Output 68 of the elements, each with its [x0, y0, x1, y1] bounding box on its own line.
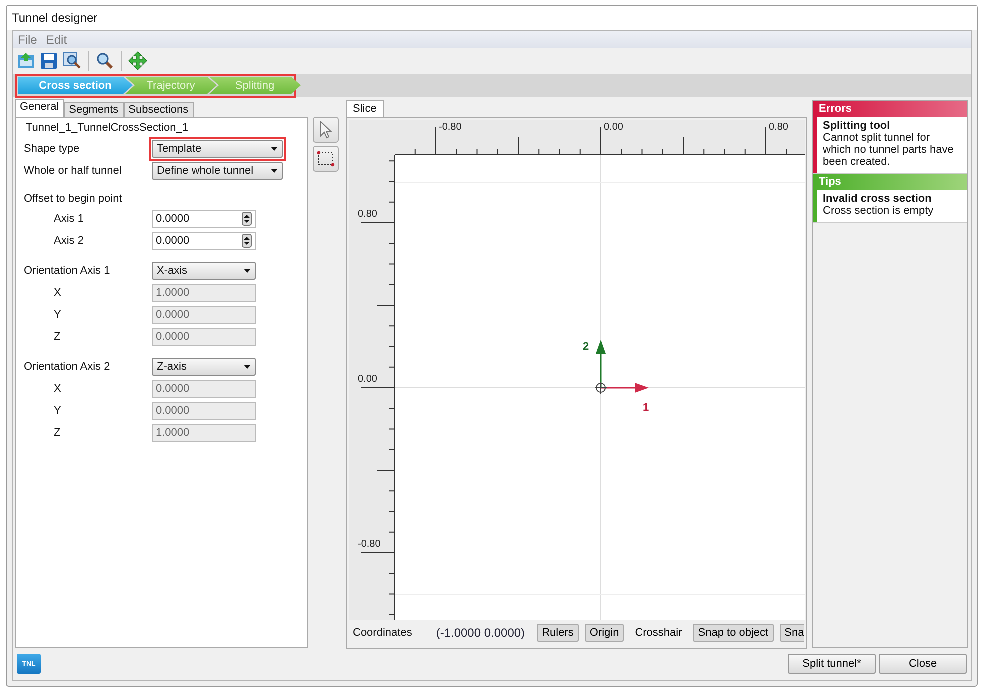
axis-1-arrow	[601, 383, 649, 393]
caret-icon	[244, 269, 251, 273]
field-label: Orientation Axis 2	[24, 361, 112, 373]
field-label: X	[53, 287, 62, 299]
ruler-label: 0.00	[358, 374, 378, 385]
toggle-button[interactable]: Snap to object	[693, 624, 774, 642]
field-label: Y	[53, 405, 62, 417]
toggle-button[interactable]: Crosshair	[630, 624, 688, 642]
coordinates-label: Coordinates	[353, 627, 412, 639]
spinner-icon[interactable]	[242, 212, 252, 226]
message-header: Errors	[813, 101, 967, 117]
caret-icon	[271, 169, 278, 173]
toggle-button[interactable]: Sna	[780, 624, 804, 642]
ruler-label: -0.80	[358, 539, 381, 550]
move-icon[interactable]	[128, 51, 148, 71]
axis-2-arrow	[596, 340, 606, 388]
tab[interactable]: Slice	[346, 100, 384, 117]
field-label: Shape type	[24, 143, 81, 155]
group-title: Tunnel_1_TunnelCrossSection_1	[26, 122, 190, 134]
menu-item[interactable]: Edit	[46, 32, 68, 46]
field-label: Axis 2	[53, 235, 85, 247]
import-icon[interactable]	[16, 51, 36, 71]
message-title: Splitting tool	[823, 120, 892, 132]
select-tool-button[interactable]	[313, 117, 339, 143]
ruler-label: -0.80	[439, 122, 462, 133]
dropdown[interactable]: Define whole tunnel	[152, 162, 283, 180]
pointer-icon	[318, 121, 334, 139]
tab[interactable]: General	[15, 99, 64, 117]
save-icon[interactable]	[39, 51, 59, 71]
zoom-icon[interactable]	[95, 51, 115, 71]
dropdown[interactable]: X-axis	[152, 262, 256, 280]
dropdown[interactable]: Z-axis	[152, 358, 256, 376]
field-label: X	[53, 383, 62, 395]
caret-icon	[271, 147, 278, 151]
menu-item[interactable]: File	[18, 32, 38, 46]
ruler-label: 0.00	[604, 122, 624, 133]
field-label: Z	[53, 427, 62, 439]
number-field[interactable]: 0.0000	[152, 232, 256, 250]
message-title: Invalid cross section	[823, 193, 933, 205]
rectangle-select-icon	[317, 151, 335, 167]
section-label: Offset to begin point	[24, 193, 122, 205]
number-field[interactable]: 0.0000	[152, 210, 256, 228]
toggle-button[interactable]: Origin	[584, 624, 624, 642]
field-label: Orientation Axis 1	[24, 265, 112, 277]
rectangle-tool-button[interactable]	[313, 146, 339, 172]
field-label: Z	[53, 331, 62, 343]
dialog-button[interactable]: Close	[879, 654, 967, 674]
caret-icon	[244, 365, 251, 369]
tab[interactable]: Subsections	[124, 102, 194, 117]
tab[interactable]: Segments	[64, 102, 124, 117]
field-label: Axis 1	[53, 213, 85, 225]
message-header: Tips	[813, 174, 967, 190]
dialog-button[interactable]: Split tunnel*	[788, 654, 876, 674]
axis-label: 2	[583, 341, 590, 353]
field-label: Y	[53, 309, 62, 321]
window-title: Tunnel designer	[12, 11, 98, 25]
origin-icon	[594, 382, 608, 394]
message-text: Cannot split tunnel for which no tunnel parts have been created.	[823, 132, 955, 168]
dropdown[interactable]: Template	[152, 140, 283, 158]
axis-label: 1	[643, 402, 650, 414]
coordinates-value: (-1.0000 0.0000)	[436, 626, 526, 640]
preview-icon[interactable]	[62, 51, 82, 71]
toggle-button[interactable]: Rulers	[537, 624, 579, 642]
field-label: Whole or half tunnel	[24, 165, 123, 177]
spinner-icon[interactable]	[242, 234, 252, 248]
ruler-label: 0.80	[769, 122, 788, 133]
message-text: Cross section is empty	[823, 205, 935, 217]
ruler-label: 0.80	[358, 209, 378, 220]
